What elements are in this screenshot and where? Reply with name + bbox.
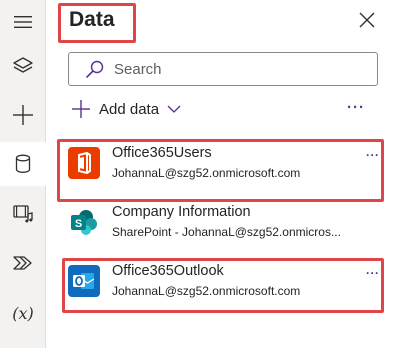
chevron-down-icon — [167, 105, 181, 113]
power-automate-button[interactable] — [0, 241, 46, 285]
sharepoint-icon: S — [68, 206, 100, 238]
tree-view-button[interactable] — [0, 44, 46, 88]
outlook-icon — [68, 265, 100, 297]
connection-item-company-information[interactable]: S Company Information SharePoint - Johan… — [57, 195, 385, 249]
close-icon[interactable] — [358, 11, 376, 29]
connection-more-button[interactable]: ··· — [366, 266, 380, 280]
media-icon — [13, 205, 33, 223]
power-automate-icon — [13, 256, 32, 270]
plus-icon — [13, 105, 33, 125]
connection-item-office365users[interactable]: Office365Users JohannaL@szg52.onmicrosof… — [57, 136, 385, 190]
office-icon — [68, 147, 100, 179]
connection-more-button[interactable]: ··· — [366, 148, 380, 162]
add-data-button[interactable]: Add data — [71, 97, 181, 121]
connection-account: JohannaL@szg52.onmicrosoft.com — [112, 166, 301, 180]
connection-name: Office365Outlook — [112, 263, 224, 279]
connection-account: JohannaL@szg52.onmicrosoft.com — [112, 284, 301, 298]
data-button[interactable] — [0, 142, 46, 186]
insert-button[interactable] — [0, 93, 46, 137]
search-icon — [86, 60, 104, 78]
media-button[interactable] — [0, 191, 46, 235]
variables-button[interactable]: (x) — [0, 291, 46, 335]
connection-name: Office365Users — [112, 145, 212, 161]
connection-name: Company Information — [112, 204, 251, 220]
search-placeholder: Search — [114, 60, 162, 78]
layers-icon — [13, 57, 33, 73]
hamburger-menu-button[interactable] — [0, 0, 46, 44]
connection-item-office365outlook[interactable]: Office365Outlook JohannaL@szg52.onmicros… — [57, 254, 385, 308]
panel-title: Data — [69, 8, 115, 31]
add-data-label: Add data — [99, 100, 160, 118]
data-panel: Data Search Add data ··· Office365Users … — [47, 0, 396, 348]
connection-account: SharePoint - JohannaL@szg52.onmicros... — [112, 225, 341, 239]
more-options-button[interactable]: ··· — [347, 99, 365, 116]
database-icon — [15, 154, 31, 173]
search-input[interactable]: Search — [68, 52, 378, 86]
svg-text:S: S — [75, 218, 82, 230]
variables-icon: (x) — [12, 303, 34, 323]
left-rail: (x) — [0, 0, 46, 348]
plus-icon — [72, 100, 90, 118]
hamburger-icon — [14, 16, 32, 28]
